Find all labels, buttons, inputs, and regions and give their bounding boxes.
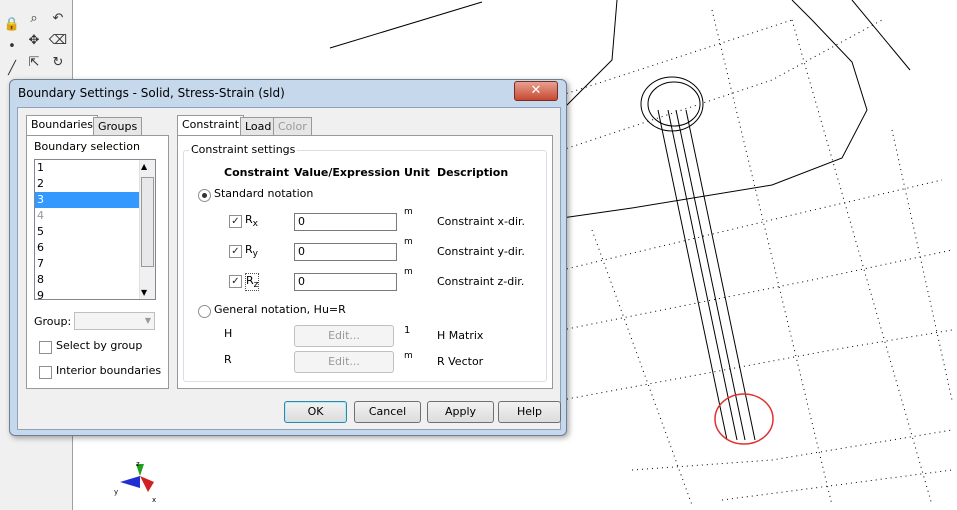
zoom-icon[interactable]: ⌕ [24,8,44,28]
eraser-icon[interactable]: ⌫ [48,30,68,50]
svg-text:z: z [136,460,140,468]
rz-checkbox[interactable]: ✓ [229,275,242,288]
group-label: Group: [34,315,72,328]
ry-unit: m [404,237,413,247]
constraint-settings-legend: Constraint settings [189,143,298,156]
list-item[interactable]: 8 [35,272,155,288]
h-unit: 1 [404,325,411,336]
ry-label: Ry [245,243,258,260]
dialog-titlebar[interactable]: Boundary Settings - Solid, Stress-Strain… [10,80,566,106]
rz-unit: m [404,267,413,277]
general-notation-radio[interactable] [198,305,211,318]
apply-button[interactable]: Apply [427,401,494,423]
standard-notation-label: Standard notation [214,187,314,200]
axis-triad-icon: y z x [114,460,156,504]
rz-value-input[interactable]: 0 [294,273,397,291]
list-item[interactable]: 6 [35,240,155,256]
general-notation-label: General notation, Hu=R [214,303,346,316]
ry-value-input[interactable]: 0 [294,243,397,261]
close-button[interactable]: ✕ [514,81,558,101]
select-by-group-checkbox[interactable] [39,341,52,354]
header-value: Value/Expression [294,166,401,179]
rx-description: Constraint x-dir. [437,215,526,228]
refresh-icon[interactable]: ↻ [48,52,68,72]
line-tool-icon[interactable]: ╱ [2,58,22,78]
list-item-selected[interactable]: 3 [35,192,155,208]
r-unit: m [404,351,413,361]
chevron-down-icon: ▼ [144,316,151,325]
list-item[interactable]: 5 [35,224,155,240]
interior-boundaries-checkbox[interactable] [39,366,52,379]
interior-boundaries-label: Interior boundaries [56,364,162,377]
tab-boundaries[interactable]: Boundaries [26,115,99,136]
rx-value-input[interactable]: 0 [294,213,397,231]
select-icon[interactable]: ⇱ [24,52,44,72]
tab-groups[interactable]: Groups [93,117,143,136]
select-by-group-label: Select by group [56,339,143,352]
rx-checkbox[interactable]: ✓ [229,215,242,228]
scroll-up-icon[interactable]: ▲ [141,162,147,171]
h-edit-button: Edit... [294,325,394,347]
r-edit-button: Edit... [294,351,394,373]
header-constraint: Constraint [224,166,289,179]
help-button[interactable]: Help [498,401,561,423]
cancel-button[interactable]: Cancel [354,401,421,423]
list-item[interactable]: 7 [35,256,155,272]
list-scrollbar[interactable]: ▲ ▼ [139,160,155,299]
svg-text:y: y [114,488,118,496]
ok-button[interactable]: OK [284,401,347,423]
constraint-panel: Constraint settings Constraint Value/Exp… [177,135,553,389]
pan-icon[interactable]: ✥ [24,30,44,50]
scroll-down-icon[interactable]: ▼ [141,288,147,297]
rx-label: Rx [245,213,258,230]
boundaries-panel: Boundary selection 1 2 3 4 5 6 7 8 9 ▲ ▼… [26,135,169,389]
r-label: R [224,353,232,366]
scroll-thumb[interactable] [141,177,154,267]
tab-color: Color [273,117,312,136]
tab-load[interactable]: Load [240,117,277,136]
tab-constraint[interactable]: Constraint [177,115,245,136]
point-icon[interactable]: • [2,36,22,56]
rx-unit: m [404,207,413,217]
dialog-client: Boundaries Groups Boundary selection 1 2… [17,107,561,430]
rz-description: Constraint z-dir. [437,275,525,288]
list-item[interactable]: 4 [35,208,155,224]
list-item[interactable]: 2 [35,176,155,192]
ry-description: Constraint y-dir. [437,245,525,258]
ry-checkbox[interactable]: ✓ [229,245,242,258]
list-item[interactable]: 1 [35,160,155,176]
undo-icon[interactable]: ↶ [48,8,68,28]
header-description: Description [437,166,509,179]
h-description: H Matrix [437,329,484,342]
constraint-settings-group: Constraint settings [183,143,547,382]
boundary-list[interactable]: 1 2 3 4 5 6 7 8 9 ▲ ▼ [34,159,156,300]
lock-icon[interactable]: 🔒 [2,14,22,34]
boundary-settings-dialog: Boundary Settings - Solid, Stress-Strain… [9,79,567,436]
boundary-selection-label: Boundary selection [34,140,140,153]
r-description: R Vector [437,355,484,368]
group-select[interactable]: ▼ [74,312,155,330]
h-label: H [224,327,233,340]
standard-notation-radio[interactable] [198,189,211,202]
list-item[interactable]: 9 [35,288,155,299]
rz-label: Rz [245,273,260,292]
dialog-title: Boundary Settings - Solid, Stress-Strain… [18,86,285,100]
header-unit: Unit [404,166,430,179]
svg-text:x: x [152,496,156,504]
